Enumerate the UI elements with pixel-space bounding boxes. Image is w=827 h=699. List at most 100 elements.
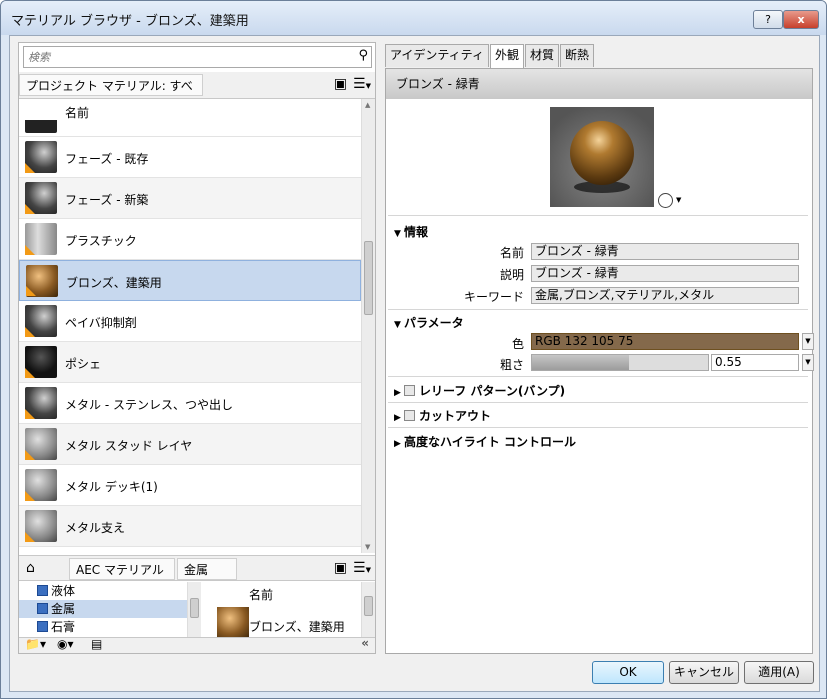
search-icon[interactable]: ⚲ — [358, 48, 368, 63]
library-item-name[interactable]: ブロンズ、建築用 — [249, 618, 345, 635]
parameters-section-header[interactable]: ▼ パラメータ — [394, 314, 464, 331]
cancel-button[interactable]: キャンセル — [669, 661, 739, 684]
editor-tabs: アイデンティティ 外観 材質 断熱 — [385, 44, 595, 69]
material-name: メタル デッキ(1) — [65, 480, 158, 494]
close-button[interactable]: x — [783, 10, 819, 29]
asset-editor-icon[interactable]: ▤ — [91, 637, 102, 651]
tab-appearance[interactable]: 外観 — [489, 44, 524, 69]
tab-identity[interactable]: アイデンティティ — [385, 44, 489, 67]
library-tree: 液体 金属石膏 — [19, 582, 199, 638]
name-label: 名前 — [499, 246, 524, 260]
in-use-flag-icon — [25, 245, 35, 255]
tree-scrollbar[interactable] — [187, 582, 201, 638]
scroll-up-icon[interactable]: ▲ — [365, 101, 370, 109]
scroll-thumb[interactable] — [364, 241, 373, 315]
material-list: 名前 フェーズ - 既存 フェーズ - 新築 プラスチック ブロンズ、建築用 ペイバ抑制… — [19, 99, 361, 553]
preview-dropdown-icon[interactable]: ▼ — [676, 196, 681, 204]
material-row[interactable]: フェーズ - 新築 — [19, 178, 361, 219]
tree-scroll-thumb[interactable] — [190, 598, 199, 618]
material-list-scrollbar[interactable]: ▲ ▼ — [361, 99, 375, 553]
roughness-dropdown-icon[interactable]: ▼ — [802, 354, 814, 371]
library-folder-icon[interactable]: 📁▾ — [25, 637, 46, 651]
cutout-checkbox[interactable] — [404, 410, 415, 421]
header-thumb — [25, 101, 57, 133]
material-name: メタル - ステンレス、つや出し — [65, 398, 233, 412]
material-editor: アイデンティティ 外観 材質 断熱 ブロンズ - 緑青 ▼ ▼ 情報 名前 ブロン… — [385, 42, 814, 654]
project-toolbar: プロジェクト マテリアル: すべて ▼ ▣ ☰▼ — [19, 72, 375, 115]
tab-thermal[interactable]: 断熱 — [560, 44, 595, 67]
search-box: ⚲ — [23, 46, 372, 68]
search-input[interactable] — [24, 47, 344, 67]
relief-section-header[interactable]: ▶ レリーフ パターン(バンプ) — [394, 382, 565, 399]
in-use-flag-icon — [25, 450, 35, 460]
preview-sphere — [570, 121, 634, 185]
panel-toggle-icon[interactable]: ▣ — [334, 76, 347, 92]
library-crumb-aec[interactable]: AEC マテリアル — [69, 558, 175, 580]
in-use-flag-icon — [25, 204, 35, 214]
material-row[interactable]: メタル スタッド レイヤ — [19, 424, 361, 465]
title-bar: マテリアル ブラウザ - ブロンズ、建築用 ? x — [1, 1, 826, 35]
info-section-header[interactable]: ▼ 情報 — [394, 223, 428, 240]
home-icon[interactable]: ⌂ — [26, 560, 35, 576]
add-material-icon[interactable]: ◉▾ — [57, 637, 74, 651]
material-row[interactable]: フェーズ - 既存 — [19, 137, 361, 178]
library-toolbar: ⌂ AEC マテリアル 金属 ▣ ☰▼ — [19, 555, 375, 581]
material-row[interactable]: ペイバ抑制剤 — [19, 301, 361, 342]
collapse-library-icon[interactable]: « — [361, 636, 369, 650]
material-row[interactable]: ブロンズ、建築用 — [19, 260, 361, 301]
tree-node[interactable]: 金属 — [19, 600, 199, 618]
help-button[interactable]: ? — [753, 10, 783, 29]
library-crumb-metal[interactable]: 金属 — [177, 558, 237, 580]
in-use-flag-icon — [25, 327, 35, 337]
parameters-title: パラメータ — [404, 316, 464, 330]
material-row[interactable]: プラスチック — [19, 219, 361, 260]
description-field[interactable]: ブロンズ - 緑青 — [531, 265, 799, 282]
library-list-view-icon[interactable]: ☰▼ — [353, 560, 371, 576]
cutout-section-header[interactable]: ▶ カットアウト — [394, 407, 491, 424]
keywords-field[interactable]: 金属,ブロンズ,マテリアル,メタル — [531, 287, 799, 304]
in-use-flag-icon — [25, 491, 35, 501]
roughness-value-field[interactable]: 0.55 — [711, 354, 799, 371]
color-dropdown-icon[interactable]: ▼ — [802, 333, 814, 350]
ok-button[interactable]: OK — [592, 661, 664, 684]
expand-right-icon: ▶ — [394, 388, 401, 398]
material-name: メタル支え — [65, 521, 126, 535]
library-content-scrollbar[interactable] — [361, 582, 375, 638]
in-use-flag-icon — [25, 409, 35, 419]
view-options: ▣ ☰▼ — [334, 76, 371, 92]
library-scroll-thumb[interactable] — [364, 596, 373, 616]
material-name: ペイバ抑制剤 — [65, 316, 137, 330]
material-preview — [550, 107, 654, 207]
color-swatch[interactable]: RGB 132 105 75 — [531, 333, 799, 350]
material-row[interactable]: ポシェ — [19, 342, 361, 383]
keywords-label: キーワード — [463, 290, 524, 304]
tree-node[interactable]: 石膏 — [19, 618, 199, 636]
material-row[interactable]: メタル支え — [19, 506, 361, 547]
expand-down-icon: ▼ — [394, 229, 401, 239]
tree-node[interactable]: 液体 — [19, 582, 199, 600]
divider — [388, 427, 808, 428]
library-item-thumb[interactable] — [217, 607, 249, 638]
divider — [388, 309, 808, 310]
relief-title: レリーフ パターン(バンプ) — [419, 384, 566, 398]
material-row[interactable]: メタル - ステンレス、つや出し — [19, 383, 361, 424]
library-panel-icon[interactable]: ▣ — [334, 560, 347, 576]
relief-checkbox[interactable] — [404, 385, 415, 396]
library-content: 名前 ブロンズ、建築用 — [209, 582, 361, 638]
project-materials-dropdown[interactable]: プロジェクト マテリアル: すべて ▼ — [19, 74, 203, 115]
divider — [388, 402, 808, 403]
material-row[interactable]: メタル デッキ(1) — [19, 465, 361, 506]
roughness-slider[interactable] — [531, 354, 709, 371]
library-view-options: ▣ ☰▼ — [334, 560, 371, 576]
material-name: ポシェ — [65, 357, 102, 371]
list-view-icon[interactable]: ☰▼ — [353, 76, 371, 92]
browser-pane: ⚲ プロジェクト マテリアル: すべて ▼ ▣ ☰▼ 名前 フェーズ - 既存フ… — [18, 42, 376, 654]
scroll-down-icon[interactable]: ▼ — [365, 543, 370, 551]
apply-button[interactable]: 適用(A) — [744, 661, 814, 684]
tree-node-label: 石膏 — [51, 620, 76, 634]
window-title: マテリアル ブラウザ - ブロンズ、建築用 — [11, 14, 249, 29]
preview-options-icon[interactable] — [658, 193, 673, 208]
highlight-section-header[interactable]: ▶ 高度なハイライト コントロール — [394, 433, 576, 450]
name-field[interactable]: ブロンズ - 緑青 — [531, 243, 799, 260]
tab-physical[interactable]: 材質 — [524, 44, 559, 67]
